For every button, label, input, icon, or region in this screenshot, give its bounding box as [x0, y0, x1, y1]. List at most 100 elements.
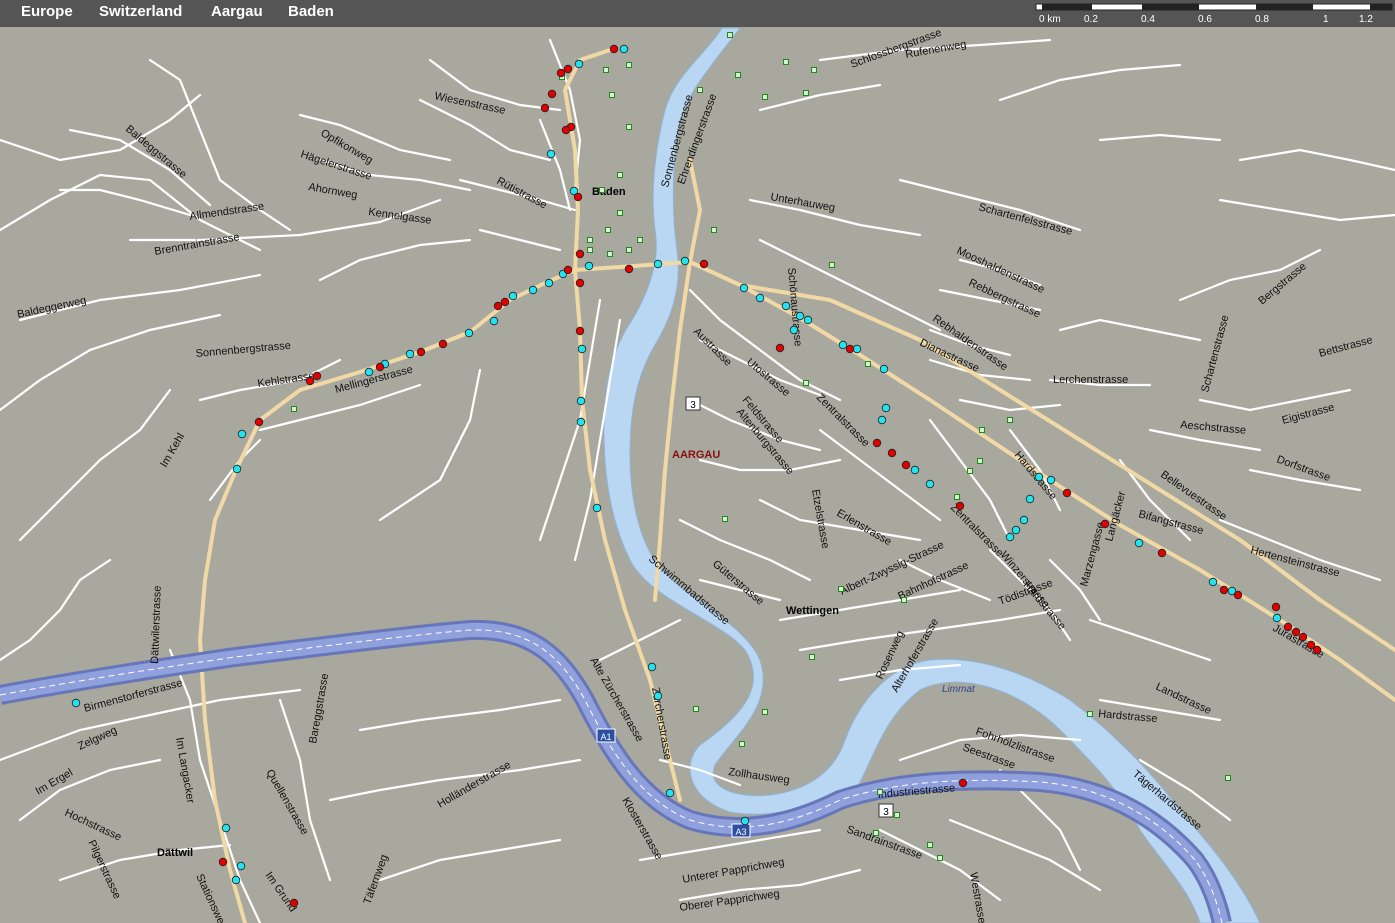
transit-stop-marker[interactable] — [574, 59, 584, 69]
poi-marker[interactable] — [626, 62, 632, 68]
transit-stop-marker[interactable] — [1219, 585, 1229, 595]
transit-stop-marker[interactable] — [312, 371, 322, 381]
poi-marker[interactable] — [711, 227, 717, 233]
transit-stop-marker[interactable] — [1312, 645, 1322, 655]
poi-marker[interactable] — [587, 237, 593, 243]
transit-stop-marker[interactable] — [901, 460, 911, 470]
transit-stop-marker[interactable] — [528, 285, 538, 295]
poi-marker[interactable] — [927, 842, 933, 848]
transit-stop-marker[interactable] — [877, 415, 887, 425]
transit-stop-marker[interactable] — [1291, 627, 1301, 637]
transit-stop-marker[interactable] — [1134, 538, 1144, 548]
poi-marker[interactable] — [865, 361, 871, 367]
transit-stop-marker[interactable] — [221, 823, 231, 833]
transit-stop-marker[interactable] — [740, 816, 750, 826]
poi-marker[interactable] — [894, 812, 900, 818]
transit-stop-marker[interactable] — [887, 448, 897, 458]
transit-stop-marker[interactable] — [647, 662, 657, 672]
poi-marker[interactable] — [587, 247, 593, 253]
transit-stop-marker[interactable] — [1233, 590, 1243, 600]
transit-stop-marker[interactable] — [781, 301, 791, 311]
transit-stop-marker[interactable] — [561, 125, 571, 135]
transit-stop-marker[interactable] — [1157, 548, 1167, 558]
poi-marker[interactable] — [603, 67, 609, 73]
transit-stop-marker[interactable] — [881, 403, 891, 413]
transit-stop-marker[interactable] — [405, 349, 415, 359]
breadcrumb-europe[interactable]: Europe — [21, 3, 73, 20]
transit-stop-marker[interactable] — [575, 249, 585, 259]
transit-stop-marker[interactable] — [464, 328, 474, 338]
poi-marker[interactable] — [1007, 417, 1013, 423]
map-viewport[interactable]: Limmat 3 3 A1 A3 Wiesenstrasse Rütistras… — [0, 27, 1395, 923]
transit-stop-marker[interactable] — [653, 691, 663, 701]
transit-stop-marker[interactable] — [232, 464, 242, 474]
transit-stop-marker[interactable] — [653, 259, 663, 269]
transit-stop-marker[interactable] — [231, 875, 241, 885]
transit-stop-marker[interactable] — [680, 256, 690, 266]
transit-stop-marker[interactable] — [1298, 632, 1308, 642]
transit-stop-marker[interactable] — [576, 396, 586, 406]
poi-marker[interactable] — [626, 247, 632, 253]
transit-stop-marker[interactable] — [958, 778, 968, 788]
transit-stop-marker[interactable] — [573, 192, 583, 202]
transit-stop-marker[interactable] — [540, 103, 550, 113]
transit-stop-marker[interactable] — [845, 344, 855, 354]
transit-stop-marker[interactable] — [375, 362, 385, 372]
transit-stop-marker[interactable] — [789, 325, 799, 335]
poi-marker[interactable] — [617, 172, 623, 178]
transit-stop-marker[interactable] — [237, 429, 247, 439]
transit-stop-marker[interactable] — [576, 417, 586, 427]
poi-marker[interactable] — [967, 468, 973, 474]
breadcrumb-switzerland[interactable]: Switzerland — [99, 3, 182, 20]
poi-marker[interactable] — [877, 789, 883, 795]
transit-stop-marker[interactable] — [739, 283, 749, 293]
transit-stop-marker[interactable] — [500, 297, 510, 307]
transit-stop-marker[interactable] — [584, 261, 594, 271]
transit-stop-marker[interactable] — [775, 343, 785, 353]
transit-stop-marker[interactable] — [955, 501, 965, 511]
transit-stop-marker[interactable] — [438, 339, 448, 349]
transit-stop-marker[interactable] — [1005, 532, 1015, 542]
transit-stop-marker[interactable] — [699, 259, 709, 269]
transit-stop-marker[interactable] — [1271, 602, 1281, 612]
place-label-baden[interactable]: Baden — [592, 186, 626, 198]
poi-marker[interactable] — [811, 67, 817, 73]
transit-stop-marker[interactable] — [609, 44, 619, 54]
poi-marker[interactable] — [803, 90, 809, 96]
poi-marker[interactable] — [954, 494, 960, 500]
poi-marker[interactable] — [626, 124, 632, 130]
poi-marker[interactable] — [735, 72, 741, 78]
transit-stop-marker[interactable] — [1272, 613, 1282, 623]
transit-stop-marker[interactable] — [795, 311, 805, 321]
poi-marker[interactable] — [609, 92, 615, 98]
transit-stop-marker[interactable] — [556, 68, 566, 78]
transit-stop-marker[interactable] — [547, 89, 557, 99]
transit-stop-marker[interactable] — [624, 264, 634, 274]
transit-stop-marker[interactable] — [910, 465, 920, 475]
transit-stop-marker[interactable] — [508, 291, 518, 301]
poi-marker[interactable] — [617, 210, 623, 216]
transit-stop-marker[interactable] — [1100, 519, 1110, 529]
transit-stop-marker[interactable] — [254, 417, 264, 427]
transit-stop-marker[interactable] — [236, 861, 246, 871]
poi-marker[interactable] — [605, 227, 611, 233]
poi-marker[interactable] — [803, 380, 809, 386]
poi-marker[interactable] — [599, 187, 605, 193]
poi-marker[interactable] — [977, 458, 983, 464]
transit-stop-marker[interactable] — [803, 315, 813, 325]
place-label-dattwil[interactable]: Dättwil — [157, 847, 193, 859]
poi-marker[interactable] — [722, 516, 728, 522]
transit-stop-marker[interactable] — [575, 278, 585, 288]
transit-stop-marker[interactable] — [218, 857, 228, 867]
transit-stop-marker[interactable] — [619, 44, 629, 54]
transit-stop-marker[interactable] — [1283, 622, 1293, 632]
transit-stop-marker[interactable] — [665, 788, 675, 798]
poi-marker[interactable] — [762, 94, 768, 100]
transit-stop-marker[interactable] — [416, 347, 426, 357]
transit-stop-marker[interactable] — [289, 898, 299, 908]
poi-marker[interactable] — [637, 237, 643, 243]
poi-marker[interactable] — [829, 262, 835, 268]
transit-stop-marker[interactable] — [1046, 475, 1056, 485]
poi-marker[interactable] — [901, 597, 907, 603]
poi-marker[interactable] — [291, 406, 297, 412]
